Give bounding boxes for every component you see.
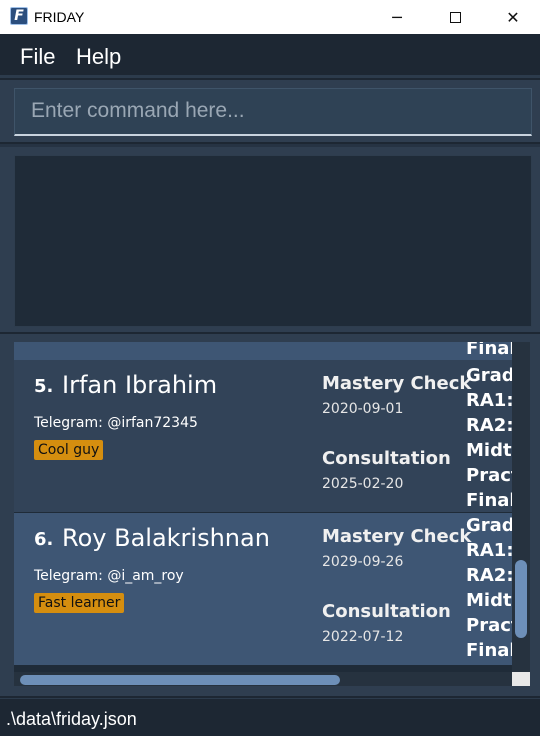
student-tag: Fast learner [34,593,125,613]
student-name: Roy Balakrishnan [62,524,270,552]
student-name: Irfan Ibrahim [62,371,218,399]
consultation-label: Consultation [322,601,451,622]
horizontal-scroll-thumb[interactable] [20,675,340,685]
student-telegram: Telegram: @i_am_roy [34,568,184,584]
student-telegram: Telegram: @irfan72345 [34,415,198,431]
grades-line: Pract [466,465,512,486]
scroll-corner [512,672,530,686]
consultation-date: 2025-02-20 [322,476,404,492]
minimize-button[interactable]: ─ [374,0,420,34]
grades-line: Pract [466,615,512,636]
mastery-check-date: 2020-09-01 [322,401,404,417]
student-index: 5. [34,376,54,397]
grades-line: Finals [466,490,512,511]
student-index: 6. [34,529,54,550]
window-title: FRIDAY [34,9,85,25]
student-list[interactable]: Finals 5. Irfan Ibrahim Telegram: @irfan… [14,342,530,686]
result-panel [0,144,540,332]
maximize-button[interactable] [432,0,478,34]
save-location-path: .\data\friday.json [6,709,137,729]
grades-line: Finals [466,342,512,359]
grades-line: RA2: [466,415,512,436]
menu-file[interactable]: File [20,44,55,70]
grades-line: Grade [466,365,512,386]
grades-line: Midte [466,590,512,611]
status-bar: .\data\friday.json [0,698,540,736]
minimize-icon: ─ [392,7,402,27]
student-tag: Cool guy [34,440,104,460]
vertical-scroll-thumb[interactable] [515,560,527,638]
close-button[interactable]: ✕ [490,0,536,34]
command-panel: Enter command here... [0,80,540,142]
menu-bar: File Help [0,34,540,78]
vertical-scrollbar[interactable] [512,342,530,672]
result-display[interactable] [14,155,532,327]
mastery-check-label: Mastery Check [322,373,472,394]
command-input[interactable]: Enter command here... [14,88,532,136]
consultation-label: Consultation [322,448,451,469]
title-bar: F FRIDAY ─ ✕ [0,0,540,34]
grades-line: RA1: [466,390,512,411]
app-logo-icon: F [10,7,28,25]
student-card[interactable]: 6. Roy Balakrishnan Telegram: @i_am_roy … [14,513,512,665]
maximize-icon [449,11,461,23]
menu-help[interactable]: Help [76,44,121,70]
grades-line: RA2: [466,565,512,586]
mastery-check-label: Mastery Check [322,526,472,547]
student-card[interactable]: 5. Irfan Ibrahim Telegram: @irfan72345 C… [14,360,512,512]
grades-partial: Finals [466,342,512,360]
mastery-check-date: 2029-09-26 [322,554,404,570]
grades-line: Midte [466,440,512,461]
list-item[interactable] [14,342,512,360]
grades-line: Grade [466,515,512,536]
grades-line: RA1: [466,540,512,561]
horizontal-scrollbar[interactable] [14,672,512,686]
grades-column: Grade RA1: RA2: Midte Pract Finals [466,513,512,663]
grades-line: Finals [466,640,512,661]
close-icon: ✕ [506,7,520,27]
student-list-panel: Finals 5. Irfan Ibrahim Telegram: @irfan… [0,334,540,696]
consultation-date: 2022-07-12 [322,629,404,645]
grades-column: Grade RA1: RA2: Midte Pract Finals [466,363,512,513]
